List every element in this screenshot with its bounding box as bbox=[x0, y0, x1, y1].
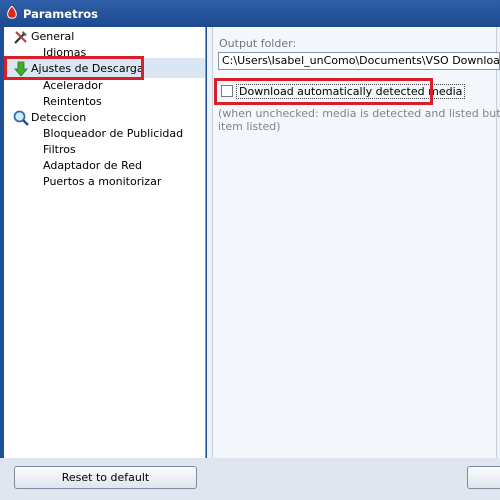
tree-item-bloqueador-de-publicidad[interactable]: Bloqueador de Publicidad bbox=[43, 127, 183, 140]
tools-icon bbox=[14, 31, 27, 44]
reset-to-default-button[interactable]: Reset to default bbox=[14, 466, 197, 489]
partial-button[interactable] bbox=[467, 466, 500, 489]
tree-item-acelerador[interactable]: Acelerador bbox=[43, 79, 102, 92]
description-line-2: item listed) bbox=[218, 120, 281, 133]
output-folder-label: Output folder: bbox=[219, 37, 297, 50]
settings-tree[interactable] bbox=[4, 27, 206, 458]
tree-item-puertos-a-monitorizar[interactable]: Puertos a monitorizar bbox=[43, 175, 161, 188]
description-line-1: (when unchecked: media is detected and l… bbox=[218, 107, 500, 120]
output-folder-input[interactable]: C:\Users\Isabel_unComo\Documents\VSO Dow… bbox=[218, 52, 500, 70]
tree-item-filtros[interactable]: Filtros bbox=[43, 143, 76, 156]
tree-item-adaptador-de-red[interactable]: Adaptador de Red bbox=[43, 159, 142, 172]
auto-download-description: (when unchecked: media is detected and l… bbox=[218, 107, 500, 133]
highlight-box-ajustes bbox=[4, 56, 144, 80]
window-title: Parametros bbox=[23, 7, 99, 21]
tree-item-reintentos[interactable]: Reintentos bbox=[43, 95, 102, 108]
title-bar: Parametros bbox=[0, 0, 500, 27]
app-logo-icon bbox=[7, 6, 17, 19]
magnifier-icon bbox=[13, 110, 29, 126]
highlight-box-auto-download bbox=[214, 78, 433, 105]
tree-item-deteccion-label: Deteccion bbox=[31, 111, 87, 124]
tree-item-general-label: General bbox=[31, 30, 75, 43]
